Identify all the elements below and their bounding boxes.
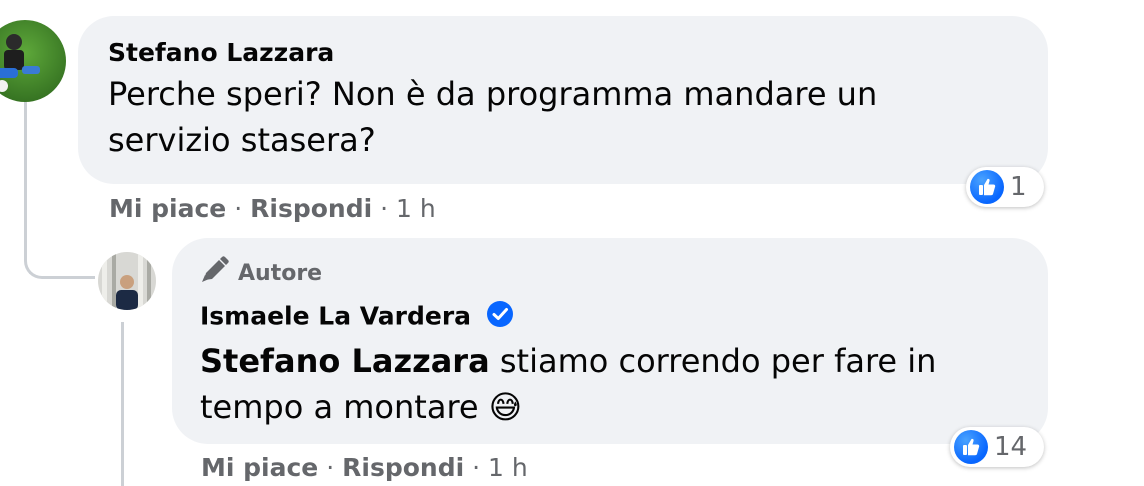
reply-reactions-summary[interactable]: 14: [950, 427, 1044, 467]
author-badge-label: Autore: [238, 260, 323, 286]
reply-text: Stefano Lazzara stiamo correndo per fare…: [200, 338, 1020, 430]
thread-connector: [24, 190, 95, 279]
like-icon: [970, 170, 1004, 204]
thread-line: [24, 100, 27, 192]
like-button[interactable]: Mi piace: [201, 453, 318, 482]
separator: ·: [234, 194, 243, 223]
reply-bubble: Autore Ismaele La Vardera Stefano Lazzar…: [172, 238, 1048, 444]
author-badge: Autore: [200, 256, 1020, 290]
timestamp[interactable]: 1 h: [488, 453, 528, 482]
pencil-icon: [200, 256, 230, 290]
reply-avatar[interactable]: [98, 252, 156, 310]
avatar[interactable]: [0, 20, 66, 102]
verified-badge-icon: [486, 300, 514, 335]
reply-author-link[interactable]: Ismaele La Vardera: [200, 302, 471, 331]
reactions-summary[interactable]: 1: [966, 167, 1044, 207]
comment-actions: Mi piace · Rispondi · 1 h: [109, 194, 436, 223]
comment-author-name[interactable]: Stefano Lazzara: [108, 38, 1018, 68]
comment-text: Perche speri? Non è da programma mandare…: [108, 75, 878, 159]
reaction-count: 1: [1010, 172, 1027, 202]
separator: ·: [380, 194, 389, 223]
reply-button[interactable]: Rispondi: [250, 194, 372, 223]
reaction-count: 14: [994, 432, 1028, 462]
reply-thread-line: [121, 322, 124, 486]
timestamp[interactable]: 1 h: [396, 194, 436, 223]
reply-button[interactable]: Rispondi: [342, 453, 464, 482]
like-icon: [954, 430, 988, 464]
separator: ·: [326, 453, 335, 482]
separator: ·: [472, 453, 481, 482]
emoji: 😅: [488, 388, 523, 426]
reply-author-name: Ismaele La Vardera: [200, 300, 1020, 335]
mention-link[interactable]: Stefano Lazzara: [200, 342, 490, 380]
reply-actions: Mi piace · Rispondi · 1 h: [201, 453, 528, 482]
comment-bubble: Stefano Lazzara Perche speri? Non è da p…: [78, 16, 1048, 184]
like-button[interactable]: Mi piace: [109, 194, 226, 223]
